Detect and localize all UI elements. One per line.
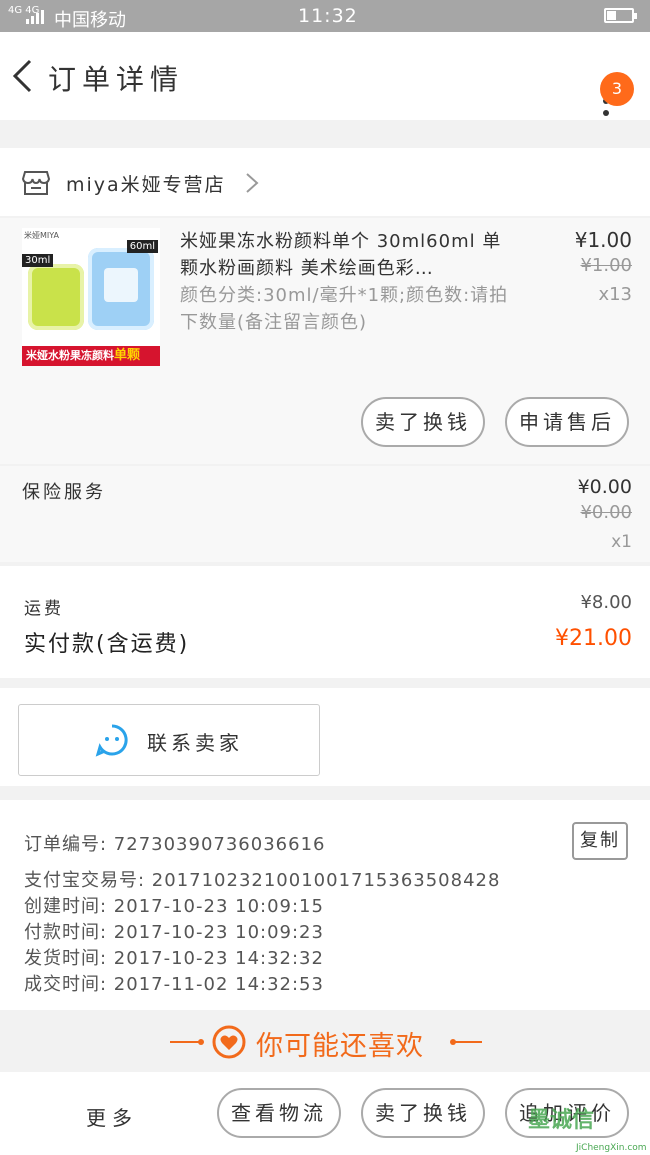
chevron-right-icon [244,172,260,194]
product-quantity: x13 [598,284,632,305]
notification-badge[interactable]: 3 [600,72,634,106]
status-bar: 4G 4G 中国移动 11:32 [0,0,650,32]
total-label: 实付款(含运费) [24,632,190,657]
store-icon [21,170,51,196]
thumb-brand: 米娅MIYA [24,231,59,240]
dot-left [198,1039,204,1045]
thumb-jar-small [28,264,84,330]
payment-summary: 运费 ¥8.00 实付款(含运费) ¥21.00 [0,566,650,678]
product-thumbnail[interactable]: 米娅MIYA 30ml 60ml 米娅水粉果冻颜料单颗 [22,228,160,366]
thumb-label-60ml: 60ml [126,240,158,253]
product-title[interactable]: 米娅果冻水粉颜料单个 30ml60ml 单颗水粉画颜料 美术绘画色彩… [180,228,510,282]
order-info: 订单编号: 72730390736036616 复制 支付宝交易号: 20171… [0,800,650,1010]
signal-icon [26,8,46,24]
order-number: 订单编号: 72730390736036616 [24,834,326,855]
thumb-jar-cap [104,268,138,302]
page-title: 订单详情 [48,63,185,96]
product-original-price: ¥1.00 [580,255,632,276]
freight-label: 运费 [24,599,64,619]
copy-button[interactable]: 复制 [572,822,628,860]
insurance-row: 保险服务 ¥0.00 ¥0.00 x1 [0,466,650,562]
after-sale-button[interactable]: 申请售后 [505,397,629,447]
dash-right [452,1041,482,1043]
sell-for-cash-bottom-button[interactable]: 卖了换钱 [361,1088,485,1138]
thumb-banner-tag: 单颗 [114,348,141,363]
recommend-label: 你可能还喜欢 [256,1031,424,1062]
contact-seller-label: 联系卖家 [147,731,243,755]
thumb-label-30ml: 30ml [22,254,54,267]
clock: 11:32 [298,5,358,27]
product-item[interactable]: 米娅MIYA 30ml 60ml 米娅水粉果冻颜料单颗 米娅果冻水粉颜料单个 3… [0,218,650,464]
site-watermark-url: JiChengXin.com [576,1143,647,1153]
carrier-name: 中国移动 [54,10,126,31]
thumb-banner: 米娅水粉果冻颜料单颗 [22,346,160,366]
site-watermark: 墨诚信 [528,1108,595,1133]
created-time: 创建时间: 2017-10-23 10:09:15 [24,896,324,917]
contact-section: 联系卖家 [0,688,650,786]
insurance-price: ¥0.00 [577,476,632,498]
shop-row[interactable]: miya米娅专营店 [0,148,650,216]
insurance-original-price: ¥0.00 [580,502,632,523]
product-price: ¥1.00 [574,228,632,252]
battery-icon [604,8,637,23]
recommend-banner[interactable]: 你可能还喜欢 [0,1012,650,1072]
heart-icon [212,1025,246,1059]
paid-time: 付款时间: 2017-10-23 10:09:23 [24,922,324,943]
chat-bubble-icon [95,723,129,757]
more-button[interactable]: 更多 [86,1102,138,1131]
contact-seller-button[interactable]: 联系卖家 [18,704,320,776]
back-arrow-icon[interactable] [10,58,36,94]
view-logistics-button[interactable]: 查看物流 [217,1088,341,1138]
completed-time: 成交时间: 2017-11-02 14:32:53 [24,974,324,995]
freight-value: ¥8.00 [580,592,632,613]
sell-for-cash-button[interactable]: 卖了换钱 [361,397,485,447]
shipped-time: 发货时间: 2017-10-23 14:32:32 [24,948,324,969]
nav-header: 订单详情 3 [0,32,650,120]
total-value: ¥21.00 [555,626,632,651]
insurance-label: 保险服务 [22,482,106,503]
product-sku: 颜色分类:30ml/毫升*1颗;颜色数:请拍下数量(备注留言颜色) [180,285,509,333]
shop-name[interactable]: miya米娅专营店 [66,170,226,197]
insurance-quantity: x1 [611,532,632,552]
dash-left [170,1041,200,1043]
thumb-banner-text: 米娅水粉果冻颜料 [26,349,114,362]
alipay-trade-number: 支付宝交易号: 2017102321001001715363508428 [24,870,501,891]
